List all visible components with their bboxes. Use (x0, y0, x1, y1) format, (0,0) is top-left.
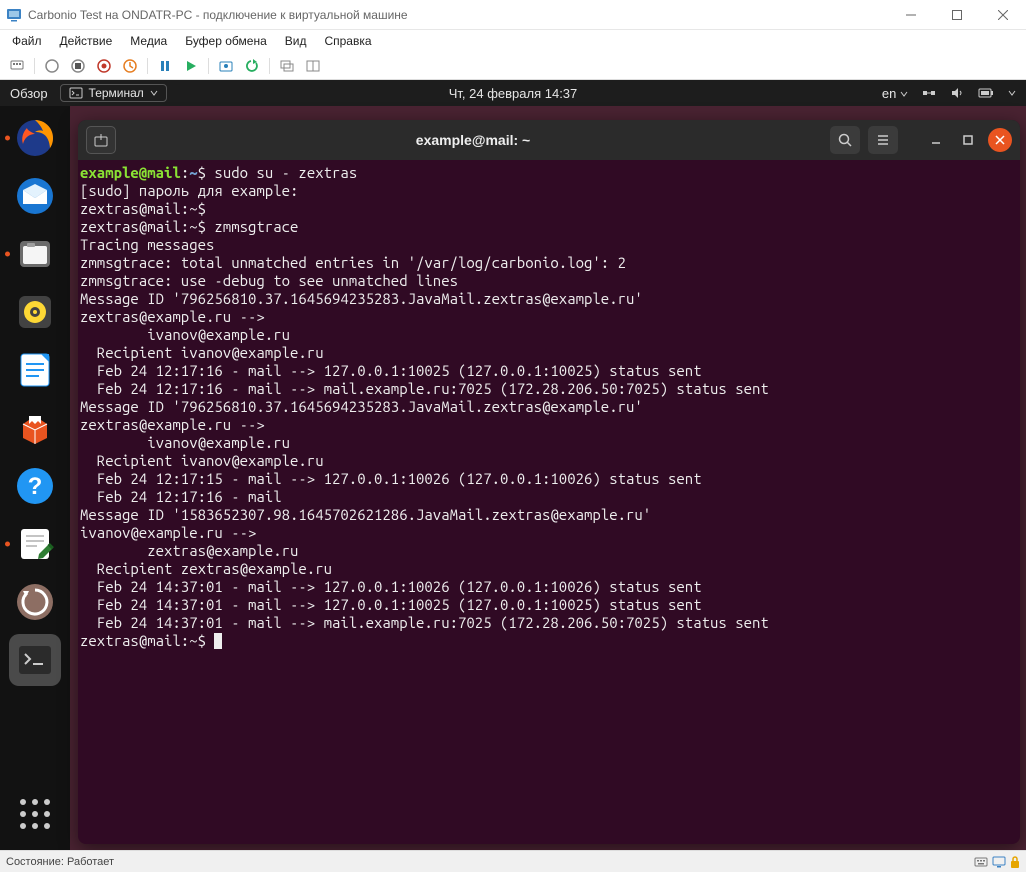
running-indicator-icon (5, 542, 10, 547)
tool-power-icon[interactable] (41, 55, 63, 77)
windows-menubar: Файл Действие Медиа Буфер обмена Вид Спр… (0, 30, 1026, 52)
display-icon (992, 855, 1006, 869)
menu-help[interactable]: Справка (324, 34, 371, 48)
tool-ctrl-alt-del-icon[interactable] (6, 55, 28, 77)
chevron-down-icon[interactable] (1008, 89, 1016, 97)
dock-firefox[interactable] (9, 112, 61, 164)
toolbar-separator (269, 58, 270, 74)
vm-state-label: Состояние: Работает (6, 856, 114, 868)
keyboard-icon (974, 855, 988, 869)
dock-libreoffice-writer[interactable] (9, 344, 61, 396)
app-menu-label: Терминал (89, 86, 144, 100)
terminal-title: example@mail: ~ (124, 132, 822, 148)
search-icon (837, 132, 853, 148)
close-button[interactable] (980, 0, 1026, 30)
toolbar-separator (208, 58, 209, 74)
hamburger-icon (875, 132, 891, 148)
dock-show-applications[interactable] (9, 788, 61, 840)
dock-software-updater[interactable] (9, 576, 61, 628)
window-controls (888, 0, 1026, 30)
terminal-titlebar[interactable]: example@mail: ~ (78, 120, 1020, 160)
menu-view[interactable]: Вид (285, 34, 307, 48)
running-indicator-icon (5, 252, 10, 257)
terminal-menu-button[interactable] (868, 126, 898, 154)
tool-revert-icon[interactable] (241, 55, 263, 77)
tool-start-icon[interactable] (180, 55, 202, 77)
new-tab-button[interactable] (86, 126, 116, 154)
menu-action[interactable]: Действие (60, 34, 113, 48)
dock-rhythmbox[interactable] (9, 286, 61, 338)
tool-stop-icon[interactable] (67, 55, 89, 77)
battery-icon[interactable] (978, 86, 994, 100)
dock-help[interactable]: ? (9, 460, 61, 512)
tool-reset-icon[interactable] (119, 55, 141, 77)
terminal-close-button[interactable] (988, 128, 1012, 152)
terminal-icon (69, 86, 83, 100)
running-indicator-icon (5, 136, 10, 141)
menu-clipboard[interactable]: Буфер обмена (185, 34, 267, 48)
terminal-maximize-button[interactable] (956, 128, 980, 152)
terminal-body[interactable]: example@mail:~$ sudo su - zextras[sudo] … (78, 160, 1020, 844)
datetime-label[interactable]: Чт, 24 февраля 14:37 (449, 86, 578, 101)
chevron-down-icon (900, 90, 908, 98)
tool-checkpoint-icon[interactable] (215, 55, 237, 77)
menu-media[interactable]: Медиа (130, 34, 167, 48)
tool-enhanced-session-icon[interactable] (276, 55, 298, 77)
menu-file[interactable]: Файл (12, 34, 42, 48)
ubuntu-topbar: Обзор Терминал Чт, 24 февраля 14:37 en (0, 80, 1026, 106)
dock-text-editor[interactable] (9, 518, 61, 570)
ubuntu-dock: ? (0, 106, 70, 850)
window-title: Carbonio Test на ONDATR-PC - подключение… (28, 8, 888, 22)
language-indicator[interactable]: en (882, 86, 908, 101)
dock-software[interactable] (9, 402, 61, 454)
tool-share-icon[interactable] (302, 55, 324, 77)
lock-icon (1010, 855, 1020, 869)
toolbar-separator (147, 58, 148, 74)
dock-terminal[interactable] (9, 634, 61, 686)
app-menu-terminal[interactable]: Терминал (60, 84, 167, 102)
activities-button[interactable]: Обзор (10, 86, 48, 101)
tool-shutdown-icon[interactable] (93, 55, 115, 77)
app-icon (6, 7, 22, 23)
terminal-search-button[interactable] (830, 126, 860, 154)
windows-toolbar (0, 52, 1026, 80)
chevron-down-icon (150, 89, 158, 97)
network-icon[interactable] (922, 86, 936, 100)
terminal-window: example@mail: ~ example@mail:~$ sudo su … (78, 120, 1020, 844)
svg-text:?: ? (28, 473, 43, 500)
statusbar-icons (974, 855, 1020, 869)
dock-thunderbird[interactable] (9, 170, 61, 222)
tool-pause-icon[interactable] (154, 55, 176, 77)
windows-statusbar: Состояние: Работает (0, 850, 1026, 872)
terminal-minimize-button[interactable] (924, 128, 948, 152)
volume-icon[interactable] (950, 86, 964, 100)
windows-titlebar: Carbonio Test на ONDATR-PC - подключение… (0, 0, 1026, 30)
toolbar-separator (34, 58, 35, 74)
vm-viewport[interactable]: Обзор Терминал Чт, 24 февраля 14:37 en (0, 80, 1026, 850)
minimize-button[interactable] (888, 0, 934, 30)
maximize-button[interactable] (934, 0, 980, 30)
dock-files[interactable] (9, 228, 61, 280)
